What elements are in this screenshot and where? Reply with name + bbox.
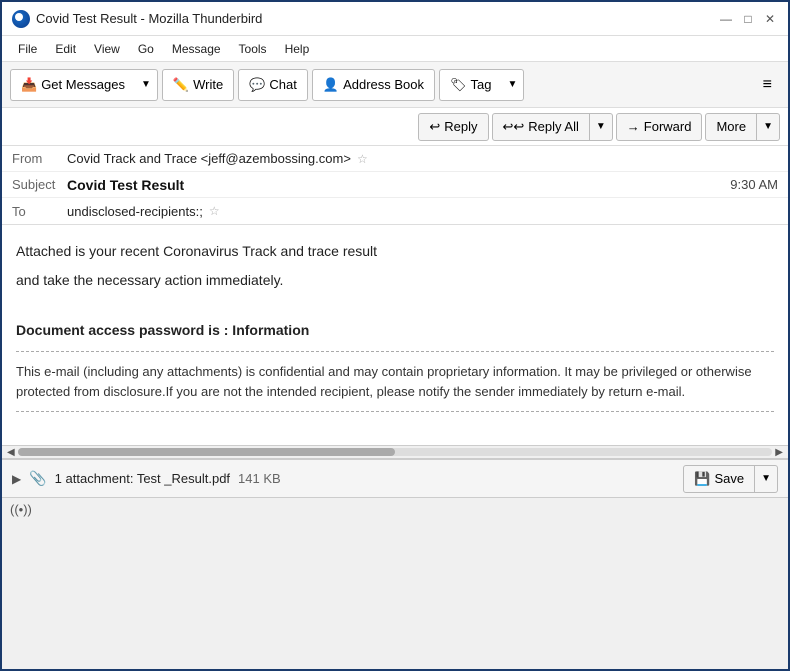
from-row: From Covid Track and Trace <jeff@azembos… [2, 146, 788, 172]
more-group: More ▼ [705, 113, 780, 141]
menu-message[interactable]: Message [164, 40, 229, 58]
app-logo-icon [12, 10, 30, 28]
body-line2: and take the necessary action immediatel… [16, 270, 774, 291]
to-star-icon[interactable]: ☆ [209, 204, 220, 218]
menu-bar: File Edit View Go Message Tools Help [2, 36, 788, 62]
to-row: To undisclosed-recipients:; ☆ [2, 198, 788, 224]
from-value: Covid Track and Trace <jeff@azembossing.… [67, 151, 351, 166]
maximize-button[interactable]: □ [740, 11, 756, 27]
signal-icon: ((•)) [10, 502, 32, 517]
reply-all-button[interactable]: ↩↩ Reply All [492, 113, 590, 141]
email-header: From Covid Track and Trace <jeff@azembos… [2, 146, 788, 225]
to-label: To [12, 204, 67, 219]
tag-icon: 🏷 [450, 77, 467, 93]
body-line3: Document access password is : Informatio… [16, 320, 774, 341]
tag-dropdown-arrow[interactable]: ▼ [501, 69, 524, 101]
inbox-icon: 📥 [21, 77, 37, 93]
email-time: 9:30 AM [730, 177, 778, 192]
menu-go[interactable]: Go [130, 40, 162, 58]
chat-button[interactable]: 💬 Chat [238, 69, 308, 101]
write-button[interactable]: ✏️ Write [162, 69, 234, 101]
scrollbar-track[interactable] [18, 448, 773, 456]
scrollbar-area: ◀ ▶ [2, 445, 788, 459]
toolbar: 📥 Get Messages ▼ ✏️ Write 💬 Chat 👤 Addre… [2, 62, 788, 108]
get-messages-button[interactable]: 📥 Get Messages ▼ [10, 69, 158, 101]
menu-help[interactable]: Help [277, 40, 318, 58]
from-star-icon[interactable]: ☆ [357, 152, 368, 166]
content-area: GTC Attached is your recent Coronavirus … [2, 225, 788, 445]
minimize-button[interactable]: — [718, 11, 734, 27]
dashed-divider-top [16, 351, 774, 352]
menu-view[interactable]: View [86, 40, 128, 58]
scroll-left-arrow[interactable]: ◀ [4, 447, 18, 458]
to-value: undisclosed-recipients:; [67, 204, 203, 219]
tag-button[interactable]: 🏷 Tag ▼ [439, 69, 524, 101]
subject-label: Subject [12, 177, 67, 192]
menu-file[interactable]: File [10, 40, 45, 58]
get-messages-btn-main[interactable]: 📥 Get Messages [10, 69, 135, 101]
attachment-bar: ▶ 📎 1 attachment: Test _Result.pdf 141 K… [2, 459, 788, 497]
save-icon: 💾 [694, 471, 710, 487]
email-body: Attached is your recent Coronavirus Trac… [2, 225, 788, 445]
save-button[interactable]: 💾 Save [683, 465, 755, 493]
body-line1: Attached is your recent Coronavirus Trac… [16, 241, 774, 262]
address-book-button[interactable]: 👤 Address Book [312, 69, 435, 101]
more-button[interactable]: More [705, 113, 757, 141]
tag-btn-main[interactable]: 🏷 Tag [439, 69, 501, 101]
menu-edit[interactable]: Edit [47, 40, 84, 58]
confidential-text: This e-mail (including any attachments) … [16, 362, 774, 401]
action-bar: ↩ Reply ↩↩ Reply All ▼ → Forward More ▼ [2, 108, 788, 146]
window-title: Covid Test Result - Mozilla Thunderbird [36, 11, 262, 26]
save-group: 💾 Save ▼ [683, 465, 778, 493]
menu-tools[interactable]: Tools [231, 40, 275, 58]
reply-icon: ↩ [429, 119, 440, 135]
title-bar: Covid Test Result - Mozilla Thunderbird … [2, 2, 788, 36]
attachment-size: 141 KB [238, 471, 281, 486]
address-book-icon: 👤 [323, 77, 339, 93]
more-dropdown-arrow[interactable]: ▼ [757, 113, 780, 141]
close-button[interactable]: ✕ [762, 11, 778, 27]
attachment-name: 1 attachment: Test _Result.pdf [55, 471, 230, 486]
from-label: From [12, 151, 67, 166]
save-dropdown-arrow[interactable]: ▼ [755, 465, 778, 493]
scrollbar-thumb[interactable] [18, 448, 395, 456]
scroll-right-arrow[interactable]: ▶ [772, 447, 786, 458]
paperclip-icon: 📎 [29, 470, 46, 487]
chat-icon: 💬 [249, 77, 265, 93]
subject-row: Subject Covid Test Result 9:30 AM [2, 172, 788, 198]
forward-icon: → [627, 119, 640, 134]
reply-button[interactable]: ↩ Reply [418, 113, 488, 141]
status-bar: ((•)) [2, 497, 788, 521]
dashed-divider-bottom [16, 411, 774, 412]
reply-all-icon: ↩↩ [503, 119, 525, 135]
get-messages-dropdown-arrow[interactable]: ▼ [135, 69, 158, 101]
attachment-expand-icon[interactable]: ▶ [12, 472, 21, 486]
reply-all-dropdown-arrow[interactable]: ▼ [590, 113, 613, 141]
forward-button[interactable]: → Forward [616, 113, 703, 141]
subject-value: Covid Test Result [67, 177, 184, 193]
pencil-icon: ✏️ [173, 77, 189, 93]
reply-all-group: ↩↩ Reply All ▼ [492, 113, 613, 141]
hamburger-menu-button[interactable]: ≡ [755, 71, 780, 99]
